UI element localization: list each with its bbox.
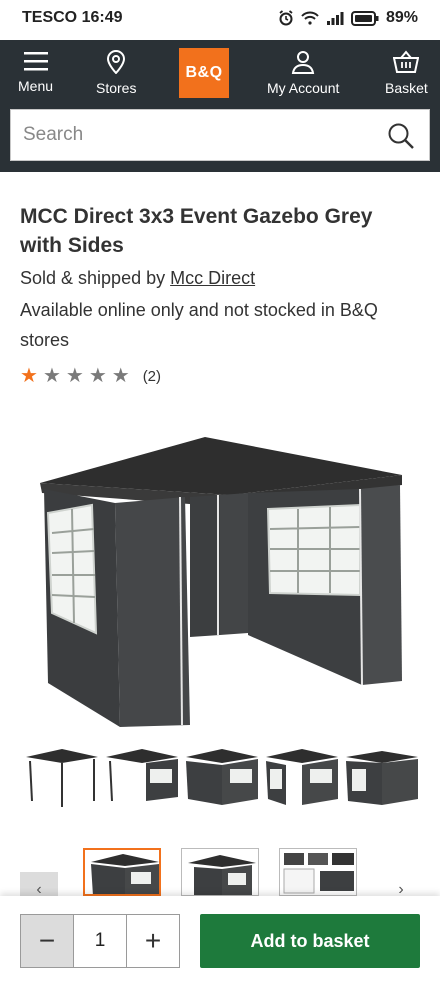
user-icon: [292, 51, 315, 74]
status-bar: TESCO 16:49 89%: [0, 0, 440, 36]
product-title: MCC Direct 3x3 Event Gazebo Grey with Si…: [20, 205, 373, 257]
image-gallery: ‹ ›: [0, 848, 440, 908]
gallery-thumbnail[interactable]: [83, 848, 161, 896]
basket-label: Basket: [385, 80, 428, 96]
battery-level: 89%: [385, 9, 418, 26]
search-bar: [10, 109, 430, 161]
gazebo-thumbnail-image: [91, 854, 159, 894]
sold-by: Sold & shipped by Mcc Direct: [20, 268, 255, 289]
variant-thumbnail[interactable]: [102, 745, 180, 811]
app-header: Menu Stores B&Q My Account Basket: [0, 40, 440, 172]
location-pin-icon: [107, 50, 126, 74]
alarm-icon: [279, 10, 293, 26]
wifi-icon: [301, 11, 319, 25]
gallery-thumbnail[interactable]: [279, 848, 357, 896]
availability-text: Available online only and not stocked in…: [20, 300, 378, 350]
quantity-value[interactable]: 1: [73, 915, 127, 967]
basket-bar: − 1 + Add to basket: [0, 896, 440, 987]
quantity-stepper: − 1 +: [20, 914, 180, 968]
sold-by-prefix: Sold & shipped by: [20, 268, 171, 288]
variant-thumbnail[interactable]: [22, 745, 100, 811]
review-count[interactable]: (2): [143, 368, 161, 385]
stores-label: Stores: [96, 80, 137, 96]
add-to-basket-button[interactable]: Add to basket: [200, 914, 420, 968]
signal-icon: [326, 12, 344, 25]
bq-logo[interactable]: B&Q: [179, 48, 229, 98]
search-input[interactable]: [11, 111, 371, 159]
status-icons: 89%: [278, 9, 418, 27]
gazebo-thumbnail-image: [188, 855, 256, 895]
variant-thumbnail[interactable]: [262, 745, 340, 811]
carrier-time: TESCO 16:49: [22, 9, 123, 26]
menu-label: Menu: [18, 78, 54, 94]
my-account-label: My Account: [267, 80, 340, 96]
search-icon[interactable]: [387, 122, 415, 150]
gallery-thumbnail[interactable]: [181, 848, 259, 896]
my-account-button[interactable]: My Account: [267, 50, 339, 96]
variant-thumbnails: [20, 745, 420, 815]
basket-icon: [393, 50, 420, 73]
variant-thumbnail[interactable]: [182, 745, 260, 811]
star-icon: ★: [88, 365, 107, 387]
variant-thumbnail[interactable]: [342, 745, 420, 811]
menu-button[interactable]: Menu: [18, 50, 53, 94]
stores-button[interactable]: Stores: [96, 50, 136, 96]
star-icon: ★: [111, 365, 130, 387]
increase-quantity-button[interactable]: +: [127, 915, 179, 967]
star-icon: ★: [42, 365, 61, 387]
top-nav: Menu Stores B&Q My Account Basket: [0, 40, 440, 104]
battery-icon: [350, 10, 379, 26]
basket-button[interactable]: Basket: [385, 50, 428, 96]
star-icon: ★: [20, 365, 38, 387]
star-icon: ★: [65, 365, 84, 387]
seller-link[interactable]: Mcc Direct: [170, 268, 255, 288]
product-details-thumbnail-image: [283, 853, 354, 894]
rating[interactable]: ★ ★ ★ ★ ★ (2): [20, 366, 161, 386]
hamburger-icon: [23, 52, 48, 71]
main-product-image[interactable]: [30, 425, 415, 735]
decrease-quantity-button[interactable]: −: [21, 915, 73, 967]
